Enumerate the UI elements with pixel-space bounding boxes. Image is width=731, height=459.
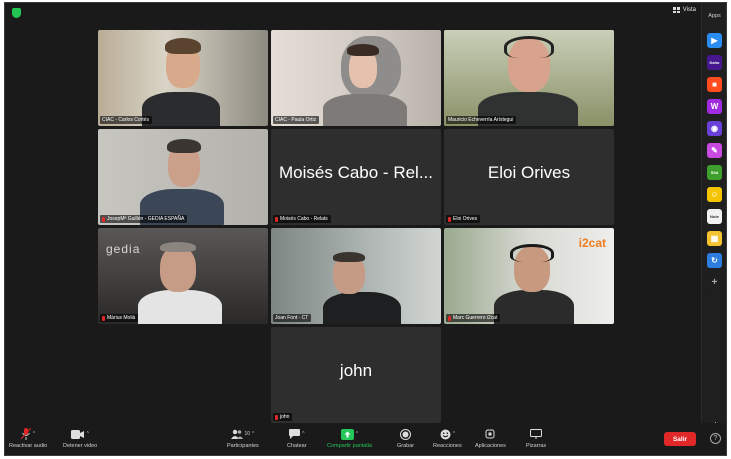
apps-label: Aplicaciones [475,443,506,449]
video-tile[interactable]: john john [271,327,441,423]
whiteboards-button[interactable]: Pizarras [526,428,546,449]
participant-display-name: john [339,361,373,380]
video-tile[interactable]: CIAC - Paula Ortiz [271,30,441,126]
reactions-smiley-icon: ^ [440,428,455,440]
participant-name-plate: Mauricio Echeverría Arístegui [446,116,517,124]
muted-mic-icon [448,315,451,321]
video-tile[interactable]: Joan Font - CT [271,228,441,324]
record-button[interactable]: Grabar [397,428,414,449]
background-brand-text: gedia [106,242,141,256]
video-tile-active-speaker[interactable]: Mauricio Echeverría Arístegui [444,30,614,126]
muted-mic-icon [448,216,451,222]
record-label: Grabar [397,443,415,449]
participants-button[interactable]: 10 ^ Participantes [227,428,259,449]
muted-mic-icon [102,315,105,321]
participants-icon: 10 ^ [231,428,254,440]
participant-name-plate: Moisés Cabo - Relats [273,215,331,223]
participant-name-plate: CIAC - Paula Ortiz [273,116,320,124]
muted-microphone-icon: ^ [20,428,35,440]
video-tile[interactable]: Moisés Cabo - Rel... Moisés Cabo - Relat… [271,129,441,225]
participant-name-plate: Joan Font - CT [273,314,312,322]
meeting-window: Vista Apps ▶ Kaho ■ W ◉ ✎ Slid ☺ Note ▦ ↻ + CIAC - … [4,2,727,456]
participants-count: 10 [244,431,250,437]
yellow-app-icon[interactable]: ☺ [707,187,722,202]
unmute-audio-label: Reactivar audio [9,443,48,449]
whiteboards-label: Pizarras [526,443,547,449]
share-screen-icon: ^ [340,428,358,440]
meeting-toolbar: ^ Reactivar audio ^ Detener video 10 ^ P… [5,425,726,455]
video-tile[interactable]: gedia Màrius Molià [98,228,268,324]
add-app-icon[interactable]: + [707,275,722,290]
video-camera-icon: ^ [71,428,89,440]
participant-name-plate: CIAC - Carlos Cortés [100,116,152,124]
participant-name-plate: Màrius Molià [100,314,139,322]
participants-label: Participantes [227,443,259,449]
video-tile[interactable]: Eloi Orives Eloi Orives [444,129,614,225]
video-tile[interactable]: CIAC - Carlos Cortés [98,30,268,126]
video-tile[interactable]: JosepMª Guillén - GEDIA ESPAÑA [98,129,268,225]
apps-icon [485,428,495,440]
unmute-audio-button[interactable]: ^ Reactivar audio [9,428,47,449]
stop-video-label: Detener video [63,443,98,449]
participant-display-name: Eloi Orives [487,163,571,182]
participant-name-plate: JosepMª Guillén - GEDIA ESPAÑA [100,215,188,223]
chat-label: Chatear [287,443,307,449]
record-icon [400,428,412,440]
help-icon[interactable]: ? [710,433,721,444]
participant-name-plate: Eloi Orives [446,215,481,223]
slido-app-icon[interactable]: Slid [707,165,722,180]
whiteboard-icon [530,428,543,440]
purple-app-icon[interactable]: ◉ [707,121,722,136]
gallery-view-icon [672,7,680,13]
participant-display-name: Moisés Cabo - Rel... [279,163,433,182]
apps-button[interactable]: Aplicaciones [475,428,506,449]
stop-video-button[interactable]: ^ Detener video [63,428,97,449]
background-brand-text: i2cat [578,236,606,250]
chat-button[interactable]: ^ Chatear [287,428,307,449]
leave-meeting-button[interactable]: Salir [664,432,696,446]
notes-app-icon[interactable]: Note [707,209,722,224]
muted-mic-icon [102,216,105,222]
participant-name-plate: Marc Guerrero i2cat [446,314,501,322]
reactions-button[interactable]: ^ Reacciones [433,428,462,449]
participant-name-plate: john [273,413,293,421]
w-app-icon[interactable]: W [707,99,722,114]
refresh-app-icon[interactable]: ↻ [707,253,722,268]
share-screen-label: Compartir pantalla [327,443,372,449]
security-shield-icon[interactable] [12,8,21,18]
grid-app-icon[interactable]: ▦ [707,231,722,246]
muted-mic-icon [275,216,278,222]
view-label: Vista [682,7,696,13]
kahoot-app-icon[interactable]: Kaho [707,55,722,70]
view-button[interactable]: Vista [672,7,696,13]
share-screen-button[interactable]: ^ Compartir pantalla [327,428,372,449]
play-app-icon[interactable]: ▶ [707,33,722,48]
pink-app-icon[interactable]: ✎ [707,143,722,158]
apps-sidebar: Apps ▶ Kaho ■ W ◉ ✎ Slid ☺ Note ▦ ↻ + [701,3,726,423]
reactions-label: Reacciones [433,443,462,449]
apps-title: Apps [708,13,721,19]
muted-mic-icon [275,414,278,420]
video-tile[interactable]: i2cat Marc Guerrero i2cat [444,228,614,324]
red-app-icon[interactable]: ■ [707,77,722,92]
chat-bubble-icon: ^ [289,428,304,440]
